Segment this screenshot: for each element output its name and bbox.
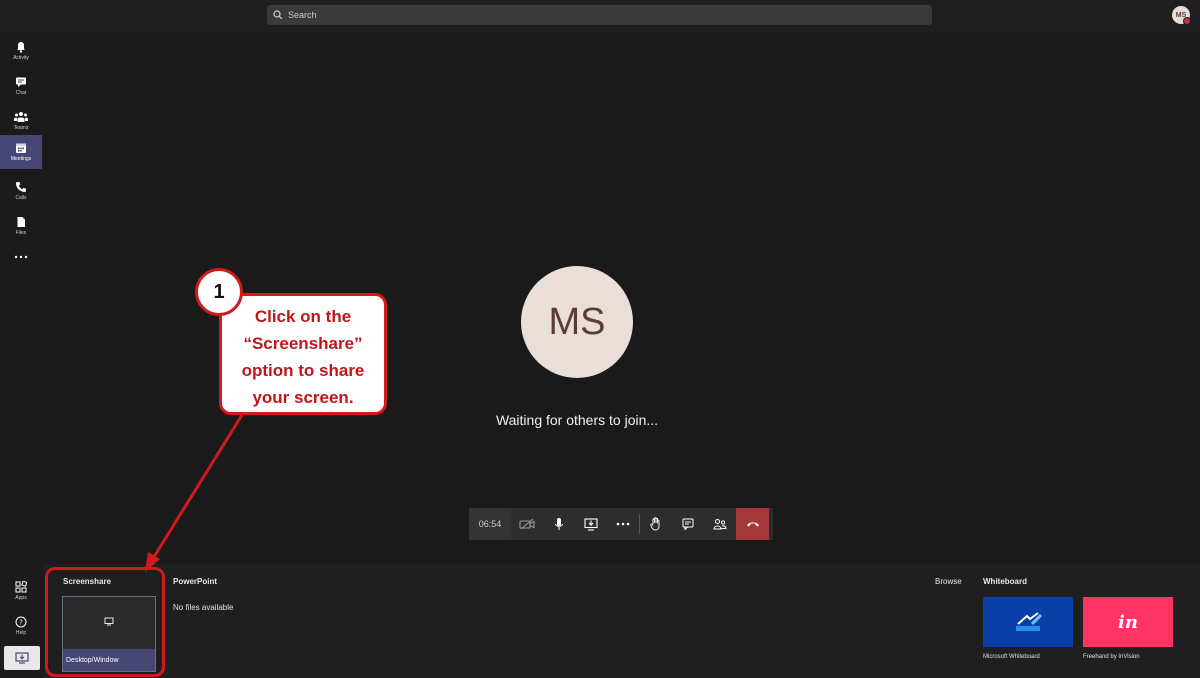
annotation-arrow: [145, 414, 244, 572]
callout-line: Click on the: [254, 307, 352, 326]
callout-line: your screen.: [252, 388, 354, 407]
annotation-callout: Click on the “Screenshare” option to sha…: [219, 293, 387, 415]
step-number-badge: 1: [195, 268, 243, 316]
callout-line: option to share: [241, 361, 365, 380]
callout-line: “Screenshare”: [243, 334, 363, 353]
